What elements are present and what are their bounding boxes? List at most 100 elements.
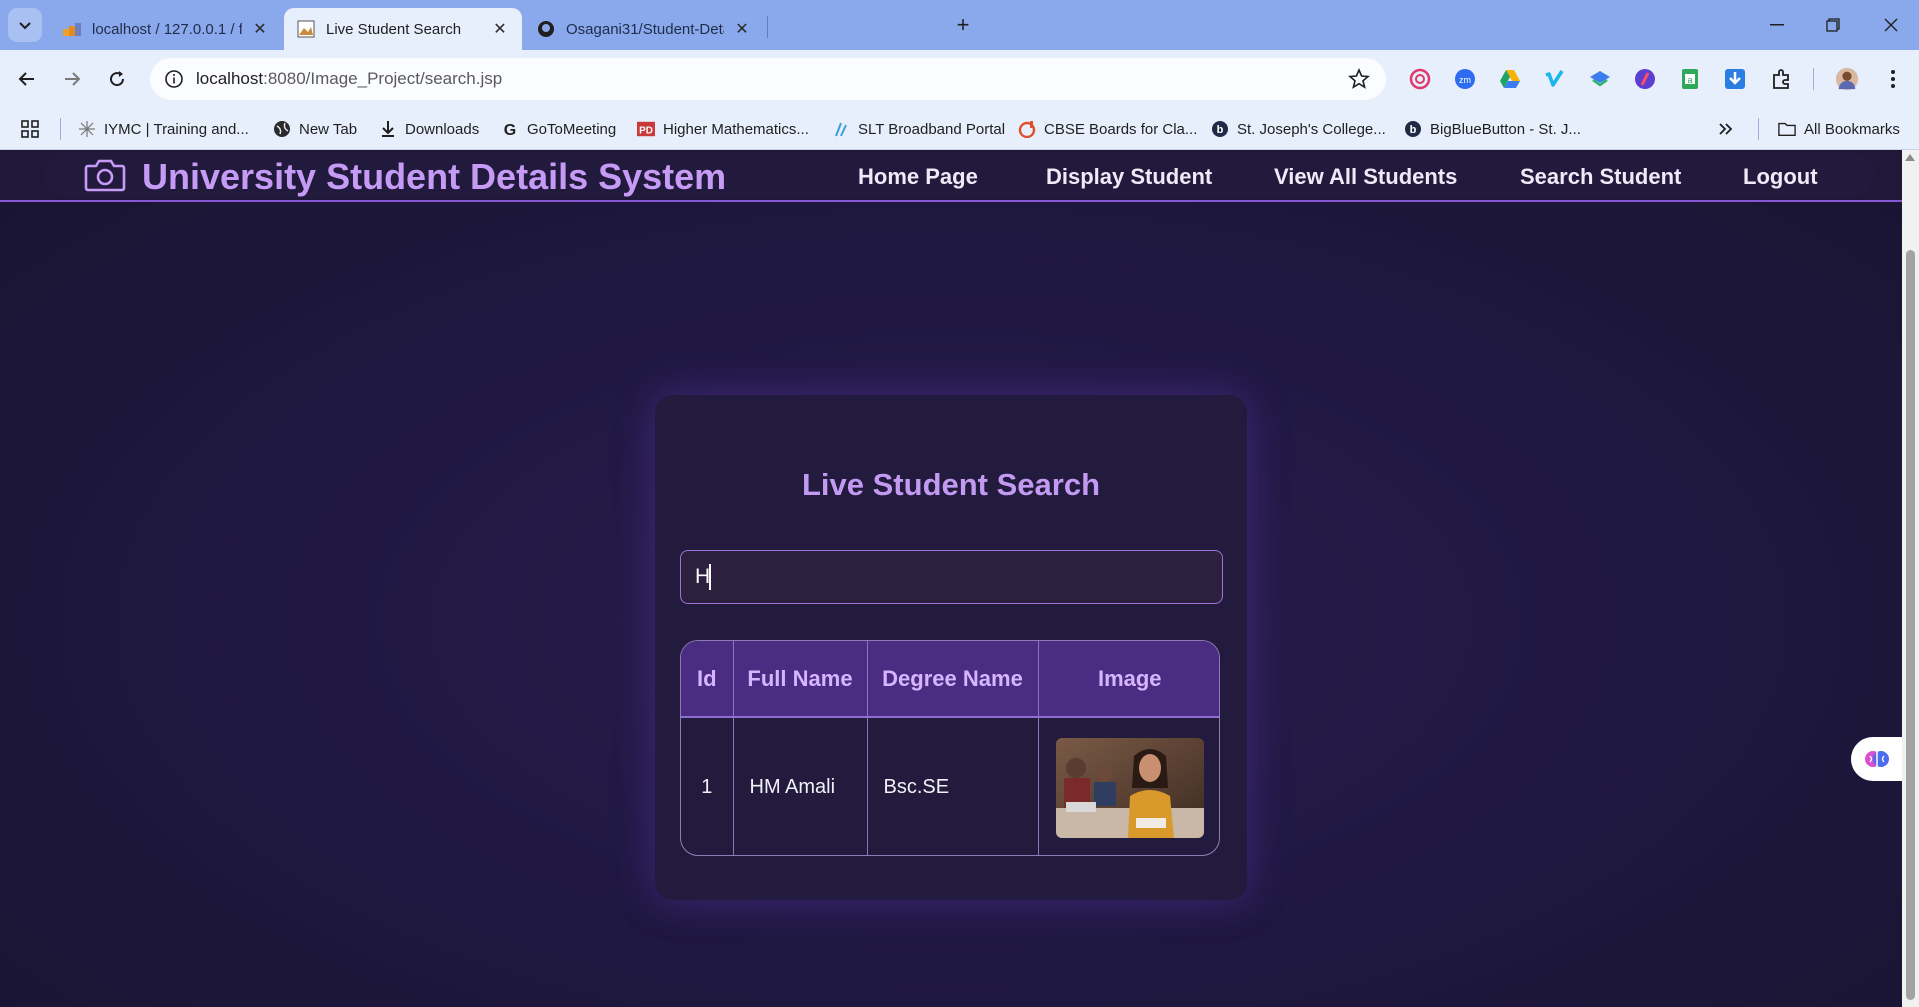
tab-phpmyadmin[interactable]: localhost / 127.0.0.1 / fileuploa ✕ (50, 8, 282, 50)
toolbar-separator (1813, 68, 1814, 90)
github-icon (536, 19, 556, 39)
bigbluebutton-icon: b (1404, 120, 1422, 138)
bookmark-cbse[interactable]: CBSE Boards for Cla... (1018, 118, 1197, 140)
bookmark-label: St. Joseph's College... (1237, 120, 1386, 138)
results-table: Id Full Name Degree Name Image 1 HM Amal… (681, 641, 1219, 855)
site-info-icon[interactable] (164, 69, 184, 89)
scrollbar-thumb[interactable] (1906, 250, 1915, 1000)
reload-button[interactable] (100, 62, 134, 96)
address-bar[interactable]: localhost:8080/Image_Project/search.jsp (150, 58, 1386, 100)
svg-text:zm: zm (1459, 75, 1471, 85)
tab-title: localhost / 127.0.0.1 / fileuploa (92, 20, 242, 38)
bookmark-label: SLT Broadband Portal (858, 120, 1006, 138)
nav-view-all-students[interactable]: View All Students (1274, 164, 1457, 190)
sheets-extension-icon[interactable]: a (1678, 67, 1702, 91)
bookmark-star-icon[interactable] (1348, 68, 1370, 90)
bookmarks-separator (60, 118, 61, 140)
cell-id: 1 (681, 717, 734, 855)
bookmark-higher-mathematics[interactable]: PD Higher Mathematics... (637, 118, 809, 140)
close-icon (1884, 18, 1898, 32)
bigbluebutton-icon: b (1211, 120, 1229, 138)
layers-extension-icon[interactable] (1588, 67, 1612, 91)
google-drive-icon[interactable] (1498, 67, 1522, 91)
reload-icon (110, 71, 125, 87)
ai-assistant-button[interactable] (1851, 737, 1902, 781)
close-icon[interactable]: ✕ (732, 19, 752, 39)
bookmark-label: Downloads (405, 120, 480, 138)
bookmark-label: Higher Mathematics... (663, 120, 809, 138)
svg-text:b: b (1217, 124, 1224, 136)
bookmark-label: BigBlueButton - St. J... (1430, 120, 1581, 138)
all-bookmarks[interactable]: All Bookmarks (1778, 118, 1900, 140)
nav-display-student[interactable]: Display Student (1046, 164, 1212, 190)
url-host: localhost (196, 69, 264, 88)
table-row: 1 HM Amali Bsc.SE (681, 717, 1219, 855)
bookmark-bigbluebutton[interactable]: b BigBlueButton - St. J... (1404, 118, 1581, 140)
student-photo (1055, 737, 1204, 838)
nav-home-page[interactable]: Home Page (858, 164, 978, 190)
cbse-icon (1018, 120, 1036, 138)
bookmark-iymc[interactable]: IYMC | Training and... (78, 118, 249, 140)
extensions-puzzle-icon[interactable] (1770, 67, 1794, 91)
minimize-icon (1770, 24, 1784, 26)
tab-github[interactable]: Osagani31/Student-Detail-Syste ✕ (524, 8, 764, 50)
cell-degree-name: Bsc.SE (867, 717, 1039, 855)
gotomeeting-icon: G (501, 120, 519, 138)
page-favicon-icon (296, 19, 316, 39)
new-tab-button[interactable]: + (950, 12, 976, 38)
svg-text:PD: PD (639, 126, 653, 137)
column-header-id: Id (681, 641, 734, 718)
all-bookmarks-label: All Bookmarks (1804, 120, 1900, 138)
bookmark-label: GoToMeeting (527, 120, 617, 138)
tab-title: Live Student Search (326, 20, 462, 38)
url-path: :8080/Image_Project/search.jsp (263, 69, 503, 88)
apps-grid-icon[interactable] (20, 118, 40, 140)
slt-icon (832, 120, 850, 138)
profile-avatar[interactable] (1835, 67, 1859, 91)
phpmyadmin-icon (62, 19, 82, 39)
table-header-row: Id Full Name Degree Name Image (681, 641, 1219, 718)
url-text: localhost:8080/Image_Project/search.jsp (196, 69, 502, 89)
iymc-icon (78, 120, 96, 138)
brain-icon (1864, 751, 1889, 767)
svg-text:a: a (1687, 75, 1692, 85)
close-window-button[interactable] (1871, 8, 1911, 42)
back-button[interactable] (10, 62, 44, 96)
bookmark-new-tab[interactable]: New Tab (273, 118, 357, 140)
cell-full-name: HM Amali (733, 717, 868, 855)
bookmark-slt[interactable]: SLT Broadband Portal (832, 118, 1005, 140)
tab-search-button[interactable] (8, 8, 42, 42)
nav-logout[interactable]: Logout (1743, 164, 1818, 190)
bookmarks-overflow-icon[interactable] (1718, 118, 1734, 140)
download-extension-icon[interactable] (1723, 67, 1747, 91)
pd-icon: PD (637, 120, 655, 138)
menu-kebab-icon[interactable] (1881, 67, 1905, 91)
page-scrollbar[interactable] (1902, 150, 1919, 1007)
tab-separator (767, 16, 768, 38)
camera-icon (84, 159, 126, 192)
restore-button[interactable] (1813, 8, 1853, 42)
column-header-full-name: Full Name (733, 641, 868, 718)
bookmark-st-josephs[interactable]: b St. Joseph's College... (1211, 118, 1386, 140)
minimize-button[interactable] (1757, 8, 1797, 42)
search-card: Live Student Search Id Full Name Degree … (655, 395, 1247, 900)
forward-button[interactable] (55, 62, 89, 96)
cell-image (1038, 717, 1219, 855)
svg-text:b: b (1410, 124, 1417, 136)
zoom-extension-icon[interactable]: zm (1453, 67, 1477, 91)
speed-extension-icon[interactable] (1633, 67, 1657, 91)
bookmark-downloads[interactable]: Downloads (379, 118, 479, 140)
close-icon[interactable]: ✕ (250, 19, 270, 39)
close-icon[interactable]: ✕ (490, 19, 510, 39)
nav-search-student[interactable]: Search Student (1520, 164, 1681, 190)
brand-title[interactable]: University Student Details System (142, 156, 726, 198)
page-viewport: University Student Details System Home P… (0, 150, 1902, 1007)
app-navbar: University Student Details System Home P… (0, 150, 1902, 202)
scroll-up-arrow-icon[interactable] (1905, 154, 1915, 161)
vimeo-icon[interactable] (1543, 67, 1567, 91)
text-caret (709, 564, 711, 590)
search-input[interactable] (680, 550, 1223, 604)
extension-ring-icon[interactable] (1408, 67, 1432, 91)
tab-live-student-search[interactable]: Live Student Search ✕ (284, 8, 522, 50)
bookmark-gotomeeting[interactable]: G GoToMeeting (501, 118, 616, 140)
